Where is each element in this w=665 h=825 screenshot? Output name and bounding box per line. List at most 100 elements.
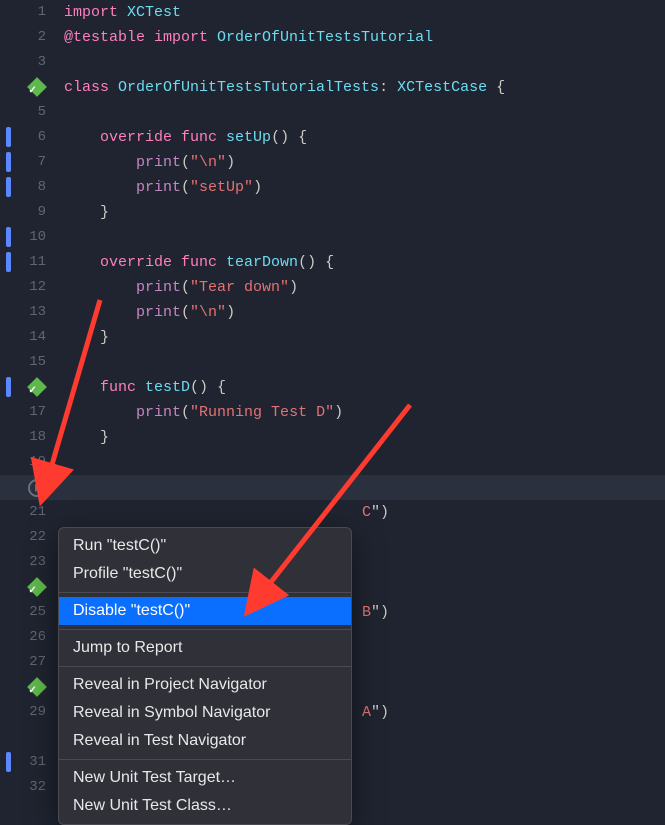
- line-number: 2: [0, 25, 64, 50]
- code-line[interactable]: class OrderOfUnitTestsTutorialTests: XCT…: [64, 75, 665, 100]
- token-keyword: import: [64, 4, 127, 21]
- token-string-method: print: [136, 404, 181, 421]
- line-number: ✓: [0, 375, 64, 400]
- token-at: @testable: [64, 29, 154, 46]
- test-success-icon[interactable]: ✓: [27, 577, 47, 597]
- code-line[interactable]: @testable import OrderOfUnitTestsTutoria…: [64, 25, 665, 50]
- token-punc: ): [289, 279, 298, 296]
- token-string-method: print: [136, 154, 181, 171]
- token-punc: () {: [190, 379, 226, 396]
- token-punc: (: [181, 179, 190, 196]
- code-line[interactable]: }: [64, 200, 665, 225]
- code-line[interactable]: override func setUp() {: [64, 125, 665, 150]
- change-marker: [6, 227, 11, 247]
- code-line[interactable]: override func tearDown() {: [64, 250, 665, 275]
- line-number: 8: [0, 175, 64, 200]
- token-punc: :: [379, 79, 397, 96]
- menu-separator: [59, 629, 351, 630]
- line-number: 27: [0, 650, 64, 675]
- menu-item[interactable]: Profile "testC()": [59, 560, 351, 588]
- line-number: 14: [0, 325, 64, 350]
- line-number: 12: [0, 275, 64, 300]
- line-number: 26: [0, 625, 64, 650]
- token-type: XCTestCase: [397, 79, 487, 96]
- gutter: 123✓56789101112131415✓171819212223✓25262…: [0, 0, 64, 800]
- menu-separator: [59, 592, 351, 593]
- code-line[interactable]: [64, 50, 665, 75]
- token-punc: [64, 179, 136, 196]
- line-number: 9: [0, 200, 64, 225]
- line-number: 21: [0, 500, 64, 525]
- line-number: 25: [0, 600, 64, 625]
- token-keyword: override func: [100, 129, 226, 146]
- line-number: 19: [0, 450, 64, 475]
- line-number: 32: [0, 775, 64, 800]
- token-punc: () {: [271, 129, 307, 146]
- menu-separator: [59, 759, 351, 760]
- partial-code: C"): [362, 500, 389, 525]
- code-line[interactable]: print("Running Test D"): [64, 400, 665, 425]
- token-string: "\n": [190, 304, 226, 321]
- test-success-icon[interactable]: ✓: [27, 377, 47, 397]
- line-number: [0, 475, 64, 500]
- menu-item[interactable]: Reveal in Project Navigator: [59, 671, 351, 699]
- code-line[interactable]: }: [64, 425, 665, 450]
- partial-code: A"): [362, 700, 389, 725]
- line-number: 15: [0, 350, 64, 375]
- menu-item[interactable]: New Unit Test Target…: [59, 764, 351, 792]
- line-number: 29: [0, 700, 64, 725]
- code-line[interactable]: [64, 100, 665, 125]
- token-type: OrderOfUnitTestsTutorialTests: [118, 79, 379, 96]
- code-line[interactable]: print("\n"): [64, 150, 665, 175]
- token-string-method: print: [136, 179, 181, 196]
- token-punc: () {: [298, 254, 334, 271]
- test-success-icon[interactable]: ✓: [27, 677, 47, 697]
- code-line[interactable]: C"): [64, 500, 665, 525]
- change-marker: [6, 252, 11, 272]
- code-line[interactable]: [64, 350, 665, 375]
- token-keyword: override func: [100, 254, 226, 271]
- change-marker: [6, 752, 11, 772]
- test-run-icon[interactable]: [28, 479, 46, 497]
- line-number: 5: [0, 100, 64, 125]
- code-line[interactable]: [64, 225, 665, 250]
- context-menu[interactable]: Run "testC()"Profile "testC()" Disable "t…: [58, 527, 352, 825]
- code-line[interactable]: print("\n"): [64, 300, 665, 325]
- token-type: OrderOfUnitTestsTutorial: [217, 29, 433, 46]
- code-line[interactable]: [64, 475, 665, 500]
- token-string: "Tear down": [190, 279, 289, 296]
- token-punc: }: [64, 329, 109, 346]
- code-line[interactable]: print("setUp"): [64, 175, 665, 200]
- code-line[interactable]: [64, 450, 665, 475]
- line-number: 1: [0, 0, 64, 25]
- token-punc: [64, 129, 100, 146]
- menu-item[interactable]: Reveal in Test Navigator: [59, 727, 351, 755]
- token-punc: }: [64, 429, 109, 446]
- token-punc: ): [226, 154, 235, 171]
- token-punc: (: [181, 404, 190, 421]
- token-punc: }: [64, 204, 109, 221]
- change-marker: [6, 152, 11, 172]
- token-func: setUp: [226, 129, 271, 146]
- token-func: tearDown: [226, 254, 298, 271]
- token-punc: ): [253, 179, 262, 196]
- token-punc: [64, 154, 136, 171]
- menu-item[interactable]: New Unit Test Class…: [59, 792, 351, 820]
- line-number: 22: [0, 525, 64, 550]
- change-marker: [6, 127, 11, 147]
- line-number: 7: [0, 150, 64, 175]
- code-line[interactable]: print("Tear down"): [64, 275, 665, 300]
- menu-separator: [59, 666, 351, 667]
- token-keyword: import: [154, 29, 217, 46]
- code-line[interactable]: import XCTest: [64, 0, 665, 25]
- code-line[interactable]: }: [64, 325, 665, 350]
- test-success-icon[interactable]: ✓: [27, 77, 47, 97]
- menu-item[interactable]: Reveal in Symbol Navigator: [59, 699, 351, 727]
- menu-item[interactable]: Run "testC()": [59, 532, 351, 560]
- menu-item[interactable]: Disable "testC()": [59, 597, 351, 625]
- line-number: 31: [0, 750, 64, 775]
- menu-item[interactable]: Jump to Report: [59, 634, 351, 662]
- line-number: 6: [0, 125, 64, 150]
- line-number: [0, 725, 64, 750]
- code-line[interactable]: func testD() {: [64, 375, 665, 400]
